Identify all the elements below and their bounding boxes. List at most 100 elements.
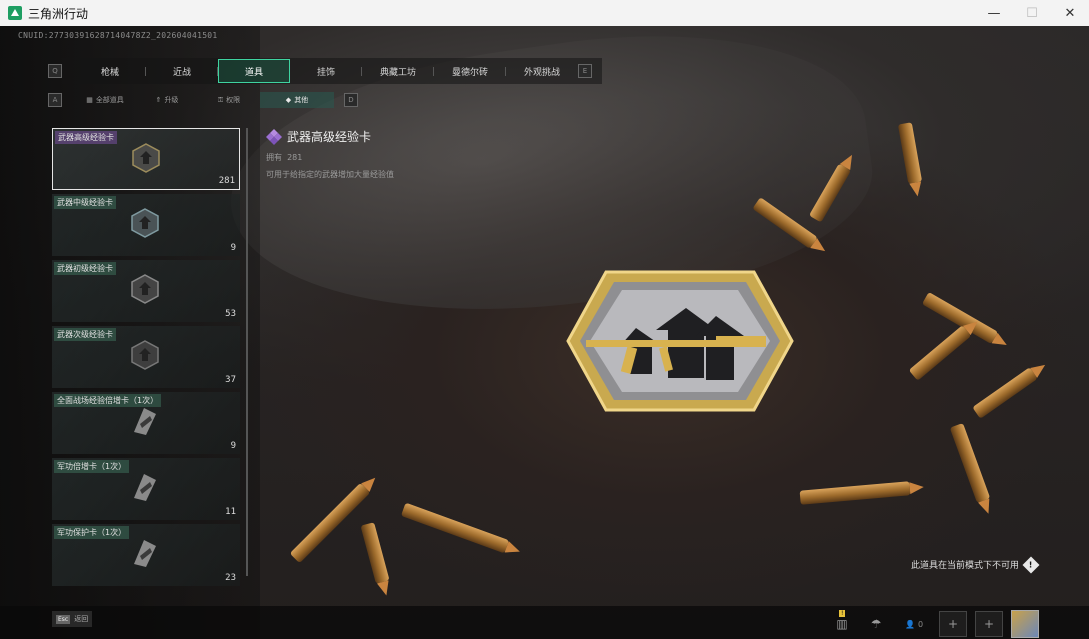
tab-firearms[interactable]: 枪械: [74, 59, 146, 83]
bar-chart-icon: ▥: [836, 617, 848, 631]
item-count: 23: [225, 573, 236, 583]
item-card[interactable]: 武器次级经验卡 37: [52, 326, 240, 388]
subtab-permission[interactable]: ⚿ 权限: [198, 92, 260, 108]
item-name: 军功保护卡（1次）: [54, 526, 130, 539]
bullet-decoration: [400, 502, 510, 554]
tab-charms[interactable]: 挂饰: [290, 59, 362, 83]
subtab-label: 升级: [164, 96, 179, 104]
detail-item-name: 武器高级经验卡: [287, 130, 372, 144]
subtab-label: 全部道具: [95, 96, 124, 104]
game-scene: CNUID:277303916287140478Z2_202604041501 …: [0, 26, 1089, 639]
esc-key: Esc: [56, 614, 71, 624]
experience-card-hero-icon: [566, 270, 794, 412]
item-count: 53: [225, 309, 236, 319]
parachute-button[interactable]: ☂: [863, 612, 889, 636]
item-card[interactable]: 军功保护卡（1次） 23: [52, 524, 240, 586]
stats-button[interactable]: ▥ !: [829, 610, 855, 636]
item-list: 武器高级经验卡 281 武器中级经验卡 9 武器初级经验卡 53 武器次级经验卡…: [52, 128, 240, 590]
subtab-upgrade[interactable]: ⇑ 升级: [136, 92, 198, 108]
unavailable-text: 此道具在当前模式下不可用: [910, 561, 1019, 571]
back-button[interactable]: Esc 返回: [52, 611, 93, 627]
tab-prev-key[interactable]: Q: [48, 64, 62, 78]
item-card[interactable]: 全面战场经验倍增卡（1次） 9: [52, 392, 240, 454]
multiplier-card-icon: [134, 408, 156, 435]
bottom-actions: ▥ ! ☂ 👤 0 + +: [829, 610, 1039, 638]
diamond-icon: ◆: [285, 96, 292, 104]
item-detail: 武器高级经验卡 拥有 281 可用于给指定的武器增加大量经验值: [266, 128, 394, 180]
item-count: 37: [225, 375, 236, 385]
minimize-button[interactable]: —: [975, 0, 1013, 26]
close-button[interactable]: ✕: [1051, 0, 1089, 26]
friends-count: 0: [917, 619, 924, 629]
tab-melee[interactable]: 近战: [146, 59, 218, 83]
item-count: 9: [230, 243, 236, 253]
bullet-decoration: [949, 423, 991, 503]
stats-badge: !: [839, 610, 846, 617]
maximize-button[interactable]: ☐: [1013, 0, 1051, 26]
experience-card-icon: [131, 274, 159, 304]
item-list-scrollbar[interactable]: [246, 128, 248, 576]
experience-card-icon: [132, 143, 160, 173]
bullet-decoration: [289, 482, 371, 564]
owned-label: 拥有: [266, 153, 282, 162]
item-card[interactable]: 武器初级经验卡 53: [52, 260, 240, 322]
subtab-other[interactable]: ◆ 其他: [260, 92, 334, 108]
rarity-gem-icon: [266, 128, 282, 145]
window-title: 三角洲行动: [28, 6, 89, 21]
item-name: 军功倍增卡（1次）: [54, 460, 130, 473]
player-avatar[interactable]: [1011, 610, 1039, 638]
window-titlebar: 三角洲行动 — ☐ ✕: [0, 0, 1089, 27]
item-name: 武器次级经验卡: [54, 328, 116, 341]
plus-icon: +: [947, 617, 959, 631]
subtab-next-key[interactable]: D: [344, 93, 358, 107]
add-party-slot-button[interactable]: +: [975, 611, 1003, 637]
multiplier-card-icon: [134, 474, 156, 501]
add-party-slot-button[interactable]: +: [939, 611, 967, 637]
item-card[interactable]: 军功倍增卡（1次） 11: [52, 458, 240, 520]
subtab-all-items[interactable]: ▦ 全部道具: [74, 92, 136, 108]
item-count: 9: [230, 441, 236, 451]
friends-icon: 👤: [904, 619, 915, 629]
item-count: 281: [218, 176, 235, 186]
item-card[interactable]: 武器高级经验卡 281: [52, 128, 240, 190]
subtab-prev-key[interactable]: A: [48, 93, 62, 107]
back-label: 返回: [74, 615, 89, 623]
experience-card-icon: [131, 208, 159, 238]
tab-next-key[interactable]: E: [578, 64, 592, 78]
tab-items[interactable]: 道具: [218, 59, 290, 83]
sub-tabs: A ▦ 全部道具 ⇑ 升级 ⚿ 权限 ◆ 其他 D: [48, 92, 358, 108]
subtab-label: 其他: [294, 96, 309, 104]
tab-collection-workshop[interactable]: 典藏工坊: [362, 59, 434, 83]
window-controls: — ☐ ✕: [975, 0, 1089, 26]
tab-mandel-brick[interactable]: 曼德尔砖: [434, 59, 506, 83]
tab-appearance-challenge[interactable]: 外观挑战: [506, 59, 578, 83]
bullet-decoration: [799, 481, 911, 505]
item-name: 武器高级经验卡: [55, 131, 117, 144]
upgrade-icon: ⇑: [155, 96, 162, 104]
plus-icon: +: [983, 617, 995, 631]
detail-title-row: 武器高级经验卡: [266, 128, 394, 145]
parachute-icon: ☂: [870, 617, 882, 631]
bullet-decoration: [972, 367, 1038, 419]
experience-card-icon: [131, 340, 159, 370]
unavailable-notice: 此道具在当前模式下不可用 !: [910, 556, 1040, 573]
owned-value: 281: [287, 153, 303, 162]
detail-owned: 拥有 281: [266, 152, 394, 163]
item-name: 武器中级经验卡: [54, 196, 116, 209]
subtab-label: 权限: [226, 96, 241, 104]
protection-card-icon: [134, 540, 156, 567]
item-count: 11: [225, 507, 236, 517]
detail-description: 可用于给指定的武器增加大量经验值: [266, 170, 394, 179]
bullet-decoration: [360, 522, 390, 584]
app-logo-icon: [8, 6, 22, 20]
friends-button[interactable]: 👤 0: [897, 620, 931, 629]
warning-icon[interactable]: !: [1022, 556, 1040, 573]
player-uid: CNUID:277303916287140478Z2_202604041501: [18, 31, 218, 40]
item-card[interactable]: 武器中级经验卡 9: [52, 194, 240, 256]
bullet-decoration: [897, 122, 923, 184]
bullet-decoration: [908, 325, 972, 381]
main-tabs: Q 枪械 近战 道具 挂饰 典藏工坊 曼德尔砖 外观挑战 E: [48, 58, 592, 84]
key-icon: ⚿: [217, 95, 224, 104]
item-name: 武器初级经验卡: [54, 262, 116, 275]
grid-icon: ▦: [86, 96, 93, 104]
